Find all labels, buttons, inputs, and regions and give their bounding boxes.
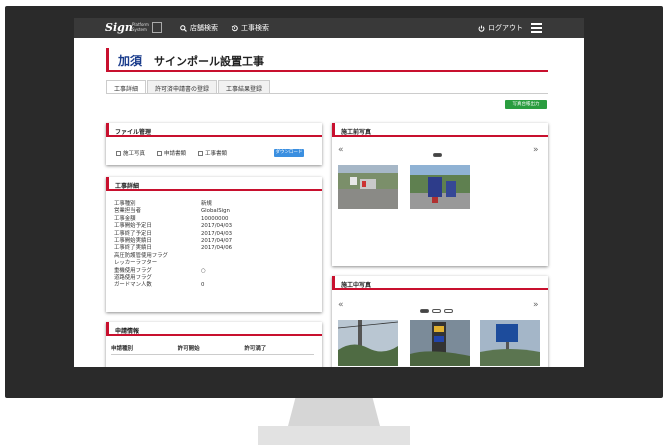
carousel-dot[interactable] — [444, 309, 453, 313]
monitor-stand-base — [258, 426, 410, 445]
detail-row: 工事終了予定日 2017/04/03 — [114, 231, 232, 238]
during-photos-panel: 施工中写真 « » — [332, 276, 548, 367]
tab-permit-registration[interactable]: 許可済申請書の登録 — [147, 80, 218, 93]
page-area-name: 加須 — [118, 54, 143, 68]
download-button[interactable]: ダウンロード — [274, 149, 304, 157]
tab-work-detail[interactable]: 工事詳細 — [106, 80, 147, 93]
carousel-next-icon[interactable]: » — [533, 300, 539, 310]
panel-title: 施工中写真 — [332, 276, 548, 290]
photo-thumbnail[interactable] — [410, 165, 470, 209]
detail-label: レッカーラフター — [114, 260, 158, 267]
tab-result-registration[interactable]: 工事結果登録 — [218, 80, 271, 93]
logout-label: ログアウト — [488, 24, 523, 32]
panel-title: ファイル管理 — [106, 123, 322, 137]
application-table-header: 申請種別 許可開始 許可満了 — [111, 344, 311, 352]
detail-value: 新規 — [201, 201, 212, 207]
detail-row: 営業担当者 GlobalSign — [114, 208, 232, 215]
logo-mark-icon — [152, 22, 162, 33]
detail-label: 重機使用フラグ — [114, 267, 152, 274]
history-icon — [231, 24, 238, 31]
carousel-prev-icon[interactable]: « — [338, 300, 344, 310]
column-permit-start: 許可開始 — [177, 346, 200, 352]
detail-label: 工事開始予定日 — [114, 223, 152, 230]
panel-title: 工事詳細 — [106, 177, 322, 191]
work-detail-list: 工事種別 新規 営業担当者 GlobalSign 工事金額 10000000 工事開始予定日… — [114, 201, 232, 290]
detail-value: 2017/04/06 — [201, 245, 233, 252]
logo[interactable]: Sign — [105, 21, 133, 34]
logo-subtitle: Platform System — [132, 22, 149, 32]
detail-value: 2017/04/03 — [201, 223, 233, 230]
photo-thumbnail[interactable] — [338, 320, 398, 366]
carousel-dot[interactable] — [433, 153, 442, 157]
checkbox-work-docs[interactable]: 工事書類 — [198, 149, 227, 157]
panel-title: 施工前写真 — [332, 123, 548, 137]
carousel-indicator — [420, 309, 453, 313]
detail-label: 工事終了実績日 — [114, 245, 152, 252]
carousel-prev-icon[interactable]: « — [338, 145, 344, 155]
search-icon — [180, 24, 187, 32]
hamburger-menu-icon[interactable] — [531, 23, 542, 33]
store-search-link[interactable]: 店舗検索 — [180, 23, 218, 33]
column-permit-end: 許可満了 — [244, 346, 267, 352]
photo-thumbnail[interactable] — [338, 165, 398, 209]
carousel-indicator — [433, 153, 442, 157]
work-detail-panel: 工事詳細 工事種別 新規 営業担当者 GlobalSign 工事金額 10000000 工事… — [106, 177, 322, 312]
detail-label: 営業担当者 — [114, 208, 141, 215]
detail-row: レッカーラフター — [114, 260, 232, 267]
file-management-panel: ファイル管理 施工写真 申請書類 工事書類 ダウンロード — [106, 123, 322, 165]
page-title-block: 加須 サインポール設置工事 — [106, 48, 548, 72]
export-photo-ledger-button[interactable]: 写真台帳出力 — [505, 100, 547, 109]
top-navigation-bar: Sign Platform System 店舗検索 工事検索 ログアウト — [74, 18, 584, 38]
detail-value: 2017/04/07 — [201, 238, 233, 245]
detail-label: ガードマン人数 — [114, 282, 152, 289]
detail-value: 0 — [201, 282, 205, 289]
tab-bar: 工事詳細 許可済申請書の登録 工事結果登録 — [106, 80, 271, 93]
column-application-type: 申請種別 — [111, 346, 134, 352]
detail-row: 工事終了実績日 2017/04/06 — [114, 245, 232, 252]
work-search-label: 工事検索 — [241, 24, 269, 32]
detail-value: 2017/04/03 — [201, 230, 233, 237]
detail-row: 重機使用フラグ ○ — [114, 268, 232, 275]
power-icon — [478, 25, 485, 32]
detail-value: ○ — [201, 267, 206, 274]
detail-row: 工事開始予定日 2017/04/03 — [114, 223, 232, 230]
carousel-dot[interactable] — [420, 309, 429, 313]
before-photos-panel: 施工前写真 « » — [332, 123, 548, 266]
detail-label: 工事終了予定日 — [114, 230, 152, 237]
application-info-panel: 申請情報 申請種別 許可開始 許可満了 — [106, 322, 322, 367]
checkbox-application-docs[interactable]: 申請書類 — [157, 149, 186, 157]
work-search-link[interactable]: 工事検索 — [231, 23, 269, 33]
checkbox-construction-photos[interactable]: 施工写真 — [116, 149, 145, 157]
carousel-dot[interactable] — [432, 309, 441, 313]
photo-thumbnail[interactable] — [410, 320, 470, 366]
detail-value: 10000000 — [201, 215, 229, 222]
app-screen: Sign Platform System 店舗検索 工事検索 ログアウト 加須 … — [74, 18, 584, 367]
carousel-next-icon[interactable]: » — [533, 145, 539, 155]
detail-value: GlobalSign — [201, 208, 230, 215]
panel-title: 申請情報 — [106, 322, 322, 336]
photo-thumbnail[interactable] — [480, 320, 540, 366]
logout-link[interactable]: ログアウト — [478, 23, 523, 33]
page-title: サインポール設置工事 — [154, 55, 264, 68]
detail-row: ガードマン人数 0 — [114, 282, 232, 289]
store-search-label: 店舗検索 — [190, 24, 218, 32]
monitor-stand-neck — [288, 398, 380, 426]
